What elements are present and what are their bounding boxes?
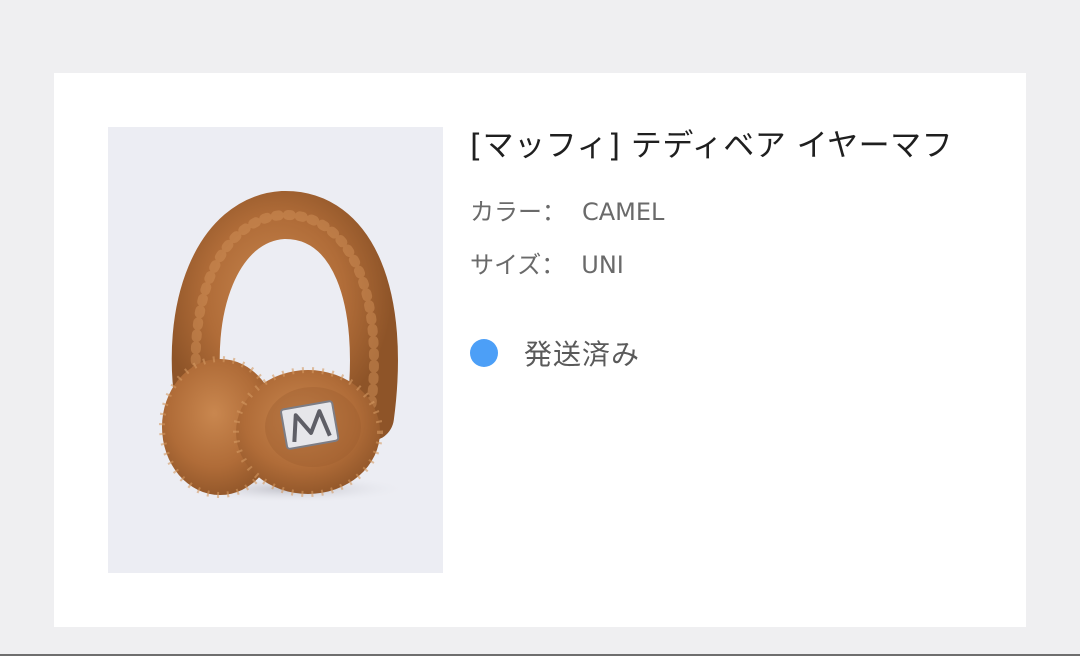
order-item-card: [マッフィ] テディベア イヤーマフ カラー： CAMEL サイズ： UNI 発送済… [54,73,1026,627]
color-value: CAMEL [582,198,665,226]
status-text: 発送済み [524,338,641,371]
earmuff-illustration [159,191,408,503]
color-label: カラー： [470,198,566,226]
emblem-icon [280,400,340,450]
size-row: サイズ： UNI [470,250,624,280]
product-image[interactable] [108,127,443,573]
size-label: サイズ： [470,251,566,279]
shipping-status: 発送済み [470,335,640,371]
product-title[interactable]: [マッフィ] テディベア イヤーマフ [470,126,953,166]
color-row: カラー： CAMEL [470,197,664,227]
status-dot-icon [470,339,498,367]
size-value: UNI [581,251,624,279]
